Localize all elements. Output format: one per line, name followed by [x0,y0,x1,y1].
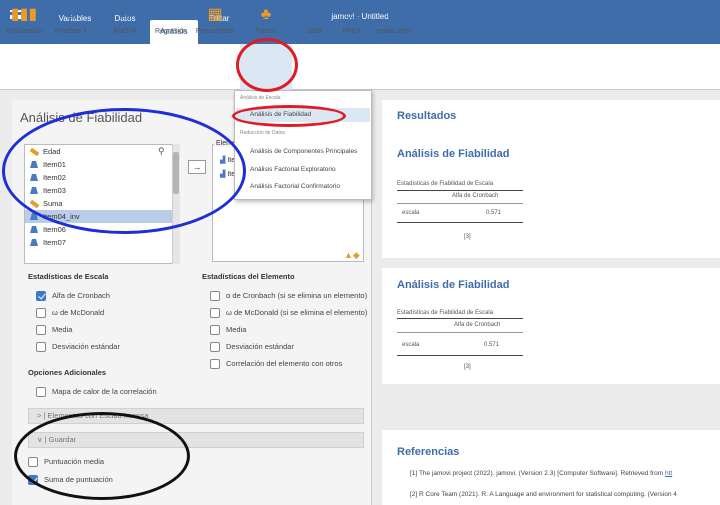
ribbon-regresion[interactable]: ⟋ Regresión [152,4,190,44]
factor-icon: ♣ [260,6,272,23]
t-test-icon: ⧉ [65,6,77,23]
checkbox[interactable] [210,359,220,369]
results-title: Resultados [397,110,457,122]
results-separator [382,384,720,430]
annotation-circle-red [232,105,346,127]
table-note: [3] [464,234,471,240]
checkbox[interactable] [36,342,46,352]
ribbon-sem[interactable]: ▭ SEM [300,4,330,44]
desviacion-checkbox[interactable]: Desviación estándar [36,341,120,353]
ribbon-snowlatent[interactable]: ▭ snowLatent [374,4,414,44]
table-value: 0.571 [486,210,502,216]
analysis-title: Análisis de Fiabilidad [397,279,510,291]
item-rest-correlation-checkbox[interactable]: Correlación del elemento con otros [210,358,342,370]
bar-chart-icon: ▮▮▮ [10,6,38,23]
scale-stats-header: Estadísticas de Escala [28,272,109,281]
references-title: Referencias [397,446,460,458]
regression-icon: ⟋ [165,6,177,23]
checkbox[interactable] [210,291,220,301]
annotation-ellipse-blue [2,108,246,234]
table-value: 0.571 [484,342,500,348]
checkbox[interactable] [210,342,220,352]
table-rule [397,203,523,204]
ribbon-frecuencias[interactable]: ▦ Frecuencias [194,4,236,44]
omega-if-deleted-checkbox[interactable]: ω de McDonald (si se elimina el elemento… [210,307,367,319]
checkbox[interactable] [210,308,220,318]
table-rule [397,332,523,333]
row-label: escala [402,342,420,348]
continuous-variable-icon [30,226,38,233]
table-caption: Estadísticas de Fiabilidad de Escala [397,310,494,316]
additional-options-header: Opciones Adicionales [28,368,107,377]
heatmap-checkbox[interactable]: Mapa de calor de la correlación [36,386,157,398]
omega-mcdonald-checkbox[interactable]: ω de McDonald [36,307,104,319]
menu-item-cfa[interactable]: Análisis Factorial Confirmatorio [236,180,370,194]
checkbox[interactable] [36,387,46,397]
alfa-cronbach-checkbox[interactable]: Alfa de Cronbach [36,290,110,302]
reference-2: [2] R Core Team (2021). R: A Language an… [410,491,677,498]
alpha-if-deleted-checkbox[interactable]: α de Cronbach (si se elimina un elemento… [210,290,367,302]
sem-icon: ▭ [307,6,323,23]
menu-item-efa[interactable]: Análisis Factorial Exploratorio [236,163,370,177]
item-media-checkbox[interactable]: Media [210,324,246,336]
ribbon-exploracion[interactable]: ▮▮▮ Exploración [4,4,44,44]
ruler-icon: ▲◆ [344,250,360,260]
ribbon-anova[interactable]: ⧉ ANOVA [108,4,142,44]
annotation-circle-red [236,38,298,92]
pfda-icon: ▭ [344,6,360,23]
checkbox[interactable] [36,325,46,335]
item-stats-header: Estadísticas del Elemento [202,272,295,281]
item-desviacion-checkbox[interactable]: Desviación estándar [210,341,294,353]
annotation-ellipse-black [14,412,190,500]
column-header: Alfa de Cronbach [454,322,501,328]
results-panel [382,100,720,505]
menu-item-pca[interactable]: Análisis de Componentes Principales [236,145,370,159]
continuous-variable-icon [30,239,38,246]
table-rule [397,355,523,356]
frequencies-icon: ▦ [207,6,223,23]
table-rule [397,318,523,319]
checkbox-checked[interactable] [36,291,46,301]
reference-1: [1] The jamovi project (2022). jamovi. (… [410,470,673,477]
ribbon-pruebas-t[interactable]: ⧉ Pruebas T [52,4,90,44]
list-item[interactable]: Item07 [25,236,179,249]
table-rule [397,222,523,223]
checkbox[interactable] [36,308,46,318]
table-rule [397,190,523,191]
analysis-title: Análisis de Fiabilidad [397,148,510,160]
anova-icon: ⧉ [119,6,131,23]
snowlatent-icon: ▭ [386,6,402,23]
menu-group-label: Reducción de Datos [240,130,286,136]
row-label: escala [402,210,420,216]
analysis-ribbon [0,44,720,90]
table-note: [3] [464,364,471,370]
table-caption: Estadísticas de Fiabilidad de Escala [397,181,494,187]
media-checkbox[interactable]: Media [36,324,72,336]
menu-group-label: Análisis de Escala [240,95,281,101]
results-separator [382,258,720,268]
column-header: Alfa de Cronbach [452,193,499,199]
ribbon-pfda[interactable]: ▭ PFDA [336,4,368,44]
checkbox[interactable] [210,325,220,335]
reference-link[interactable]: htt [665,470,672,477]
